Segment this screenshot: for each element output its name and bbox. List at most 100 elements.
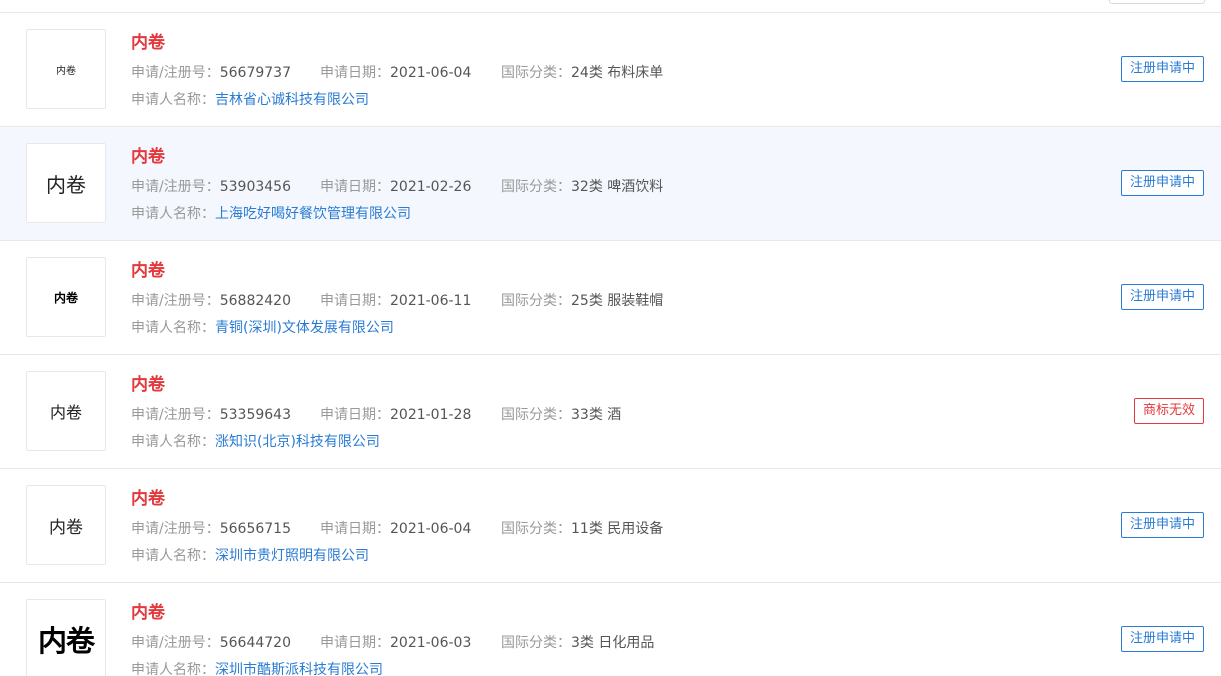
applicant-label: 申请人名称： <box>131 434 215 450</box>
intl-class-label: 国际分类： <box>501 293 571 309</box>
applicant-link[interactable]: 吉林省心诚科技有限公司 <box>215 92 369 108</box>
applicant-link[interactable]: 深圳市酷斯派科技有限公司 <box>215 662 383 676</box>
intl-class-group: 国际分类：32类 啤酒饮料 <box>501 178 663 196</box>
trademark-meta: 申请/注册号：56882420 申请日期：2021-06-11 国际分类：25类… <box>131 292 663 310</box>
intl-class-group: 国际分类：3类 日化用品 <box>501 634 654 652</box>
status-badge[interactable]: 注册申请中 <box>1120 284 1204 310</box>
apply-date-value: 2021-06-04 <box>390 521 472 537</box>
applicant-link[interactable]: 深圳市贵灯照明有限公司 <box>215 548 369 564</box>
status-badge[interactable]: 商标无效 <box>1133 398 1204 424</box>
apply-date-label: 申请日期： <box>320 179 390 195</box>
reg-no-label: 申请/注册号： <box>131 179 220 195</box>
intl-class-group: 国际分类：33类 酒 <box>501 406 621 424</box>
applicant-line: 申请人名称：涨知识(北京)科技有限公司 <box>131 433 380 451</box>
apply-date-label: 申请日期： <box>320 293 390 309</box>
applicant-label: 申请人名称： <box>131 320 215 336</box>
intl-class-group: 国际分类：11类 民用设备 <box>501 520 663 538</box>
apply-date-group: 申请日期：2021-01-28 <box>320 406 471 424</box>
intl-class-value: 32类 啤酒饮料 <box>571 179 664 195</box>
reg-no-label: 申请/注册号： <box>131 521 220 537</box>
applicant-line: 申请人名称：青铜(深圳)文体发展有限公司 <box>131 319 394 337</box>
intl-class-value: 33类 酒 <box>571 407 622 423</box>
trademark-logo-text: 内卷 <box>53 290 78 305</box>
intl-class-group: 国际分类：25类 服装鞋帽 <box>501 292 663 310</box>
reg-no-group: 申请/注册号：56644720 <box>131 635 291 651</box>
trademark-name[interactable]: 内卷 <box>131 146 165 168</box>
reg-no-value: 53359643 <box>219 407 291 423</box>
trademark-name[interactable]: 内卷 <box>131 602 165 624</box>
reg-no-group: 申请/注册号：56679737 <box>131 65 291 81</box>
trademark-row[interactable]: 内卷 内卷 申请/注册号：56656715 申请日期：2021-06-04 国际… <box>0 469 1221 583</box>
reg-no-value: 56882420 <box>219 293 291 309</box>
trademark-name[interactable]: 内卷 <box>131 374 165 396</box>
trademark-row[interactable]: 内卷 内卷 申请/注册号：56644720 申请日期：2021-06-03 国际… <box>0 583 1221 676</box>
trademark-logo[interactable]: 内卷 <box>26 371 106 451</box>
trademark-logo-text: 内卷 <box>49 403 82 422</box>
intl-class-value: 3类 日化用品 <box>571 635 655 651</box>
trademark-name[interactable]: 内卷 <box>131 488 165 510</box>
trademark-logo[interactable]: 内卷 <box>26 143 106 223</box>
apply-date-group: 申请日期：2021-02-26 <box>320 178 471 196</box>
reg-no-value: 56644720 <box>219 635 291 651</box>
applicant-line: 申请人名称：深圳市贵灯照明有限公司 <box>131 547 369 565</box>
reg-no-label: 申请/注册号： <box>131 65 220 81</box>
trademark-logo-text: 内卷 <box>37 624 95 658</box>
status-badge[interactable]: 注册申请中 <box>1120 512 1204 538</box>
reg-no-group: 申请/注册号：53903456 <box>131 179 291 195</box>
applicant-line: 申请人名称：深圳市酷斯派科技有限公司 <box>131 661 383 676</box>
apply-date-value: 2021-06-11 <box>390 293 472 309</box>
apply-date-group: 申请日期：2021-06-11 <box>320 292 471 310</box>
reg-no-value: 56679737 <box>219 65 291 81</box>
apply-date-group: 申请日期：2021-06-04 <box>320 64 471 82</box>
intl-class-label: 国际分类： <box>501 179 571 195</box>
trademark-logo[interactable]: 内卷 <box>26 29 106 109</box>
apply-date-value: 2021-06-04 <box>390 65 472 81</box>
applicant-line: 申请人名称：吉林省心诚科技有限公司 <box>131 91 369 109</box>
applicant-label: 申请人名称： <box>131 662 215 676</box>
apply-date-value: 2021-06-03 <box>390 635 472 651</box>
trademark-meta: 申请/注册号：56679737 申请日期：2021-06-04 国际分类：24类… <box>131 64 663 82</box>
apply-date-value: 2021-01-28 <box>390 407 472 423</box>
applicant-label: 申请人名称： <box>131 206 215 222</box>
applicant-link[interactable]: 上海吃好喝好餐饮管理有限公司 <box>215 206 411 222</box>
status-badge[interactable]: 注册申请中 <box>1120 626 1204 652</box>
reg-no-group: 申请/注册号：56656715 <box>131 521 291 537</box>
reg-no-value: 56656715 <box>219 521 291 537</box>
trademark-logo[interactable]: 内卷 <box>26 485 106 565</box>
intl-class-label: 国际分类： <box>501 65 571 81</box>
status-badge[interactable]: 注册申请中 <box>1120 170 1204 196</box>
applicant-line: 申请人名称：上海吃好喝好餐饮管理有限公司 <box>131 205 411 223</box>
intl-class-value: 11类 民用设备 <box>571 521 664 537</box>
partial-button[interactable] <box>1109 0 1205 4</box>
trademark-meta: 申请/注册号：53359643 申请日期：2021-01-28 国际分类：33类… <box>131 406 621 424</box>
trademark-row[interactable]: 内卷 内卷 申请/注册号：53903456 申请日期：2021-02-26 国际… <box>0 127 1221 241</box>
applicant-link[interactable]: 涨知识(北京)科技有限公司 <box>215 434 380 450</box>
trademark-logo[interactable]: 内卷 <box>26 599 106 676</box>
previous-row-edge <box>0 0 1221 13</box>
reg-no-group: 申请/注册号：56882420 <box>131 293 291 309</box>
status-badge[interactable]: 注册申请中 <box>1120 56 1204 82</box>
apply-date-value: 2021-02-26 <box>390 179 472 195</box>
trademark-logo[interactable]: 内卷 <box>26 257 106 337</box>
trademark-meta: 申请/注册号：56656715 申请日期：2021-06-04 国际分类：11类… <box>131 520 663 538</box>
intl-class-group: 国际分类：24类 布料床单 <box>501 64 663 82</box>
intl-class-value: 25类 服装鞋帽 <box>571 293 664 309</box>
trademark-row[interactable]: 内卷 内卷 申请/注册号：53359643 申请日期：2021-01-28 国际… <box>0 355 1221 469</box>
trademark-logo-text: 内卷 <box>49 517 83 538</box>
reg-no-label: 申请/注册号： <box>131 407 220 423</box>
trademark-name[interactable]: 内卷 <box>131 32 165 54</box>
applicant-link[interactable]: 青铜(深圳)文体发展有限公司 <box>215 320 394 336</box>
applicant-label: 申请人名称： <box>131 92 215 108</box>
trademark-meta: 申请/注册号：53903456 申请日期：2021-02-26 国际分类：32类… <box>131 178 663 196</box>
trademark-row[interactable]: 内卷 内卷 申请/注册号：56679737 申请日期：2021-06-04 国际… <box>0 13 1221 127</box>
trademark-logo-text: 内卷 <box>56 65 76 77</box>
trademark-logo-text: 内卷 <box>46 172 86 197</box>
trademark-row[interactable]: 内卷 内卷 申请/注册号：56882420 申请日期：2021-06-11 国际… <box>0 241 1221 355</box>
intl-class-label: 国际分类： <box>501 635 571 651</box>
apply-date-label: 申请日期： <box>320 407 390 423</box>
apply-date-label: 申请日期： <box>320 65 390 81</box>
trademark-name[interactable]: 内卷 <box>131 260 165 282</box>
trademark-meta: 申请/注册号：56644720 申请日期：2021-06-03 国际分类：3类 … <box>131 634 654 652</box>
trademark-list: 内卷 内卷 申请/注册号：56679737 申请日期：2021-06-04 国际… <box>0 13 1221 676</box>
reg-no-group: 申请/注册号：53359643 <box>131 407 291 423</box>
